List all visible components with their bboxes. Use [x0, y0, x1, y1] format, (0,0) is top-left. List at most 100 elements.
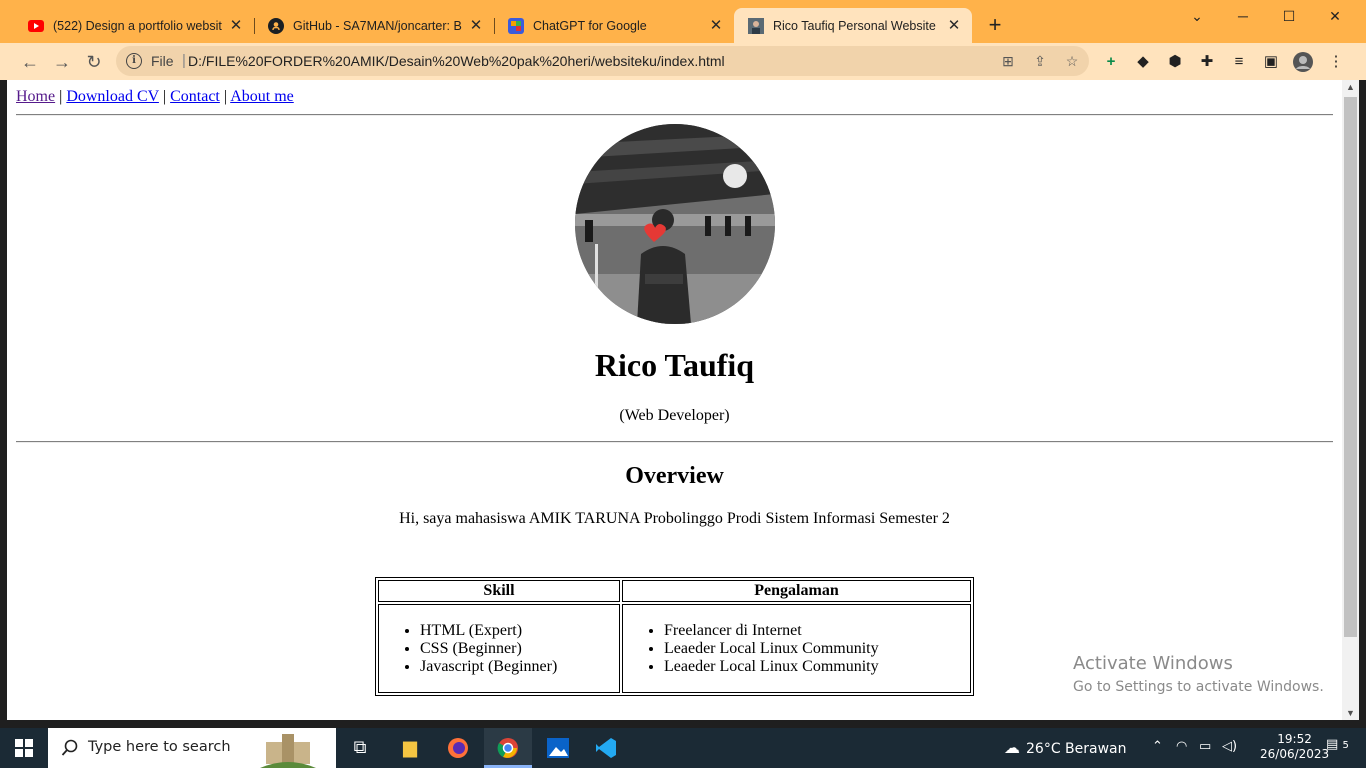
list-item: HTML (Expert)	[420, 622, 618, 640]
scrollbar-thumb[interactable]	[1344, 97, 1357, 637]
taskbar-search-box[interactable]: Type here to search	[48, 728, 336, 768]
side-panel-icon[interactable]: ▣	[1261, 52, 1281, 72]
close-tab-icon[interactable]: ✕	[228, 17, 244, 34]
weather-text: 26°C Berawan	[1026, 741, 1127, 757]
notification-bubble-icon: ▤	[1326, 737, 1339, 752]
watermark-subtitle: Go to Settings to activate Windows.	[1073, 679, 1324, 695]
share-icon[interactable]: ⇪	[1030, 52, 1050, 70]
nav-link-home[interactable]: Home	[16, 88, 55, 105]
page-favicon	[748, 17, 764, 34]
watermark-title: Activate Windows	[1073, 653, 1233, 674]
vertical-scrollbar[interactable]: ▲ ▼	[1342, 80, 1359, 720]
skill-cell: HTML (Expert) CSS (Beginner) Javascript …	[378, 604, 620, 693]
close-tab-icon[interactable]: ✕	[708, 17, 724, 34]
windows-start-icon[interactable]	[0, 728, 48, 768]
volume-icon[interactable]: ◁)	[1222, 739, 1237, 754]
experience-cell: Freelancer di Internet Leaeder Local Lin…	[622, 604, 971, 693]
profile-avatar[interactable]	[1293, 52, 1313, 72]
github-icon	[268, 17, 284, 34]
tab-rico-taufiq[interactable]: Rico Taufiq Personal Website ✕	[734, 8, 972, 43]
profile-name: Rico Taufiq	[594, 347, 755, 383]
extension-hex-icon[interactable]: ⬢	[1165, 52, 1185, 72]
show-hidden-icons-icon[interactable]: ⌃	[1152, 739, 1163, 754]
file-explorer-icon[interactable]: ▆	[386, 728, 434, 768]
extensions-puzzle-icon[interactable]: ✚	[1197, 52, 1217, 72]
photos-icon[interactable]	[534, 728, 582, 768]
activate-windows-watermark: Activate Windows Go to Settings to activ…	[1073, 652, 1324, 698]
tab-title: GitHub - SA7MAN/joncarter: Boo	[293, 18, 462, 33]
site-nav: Home | Download CV | Contact | About me	[16, 88, 294, 106]
skills-table: Skill Pengalaman HTML (Expert) CSS (Begi…	[375, 577, 974, 696]
tab-title: ChatGPT for Google	[533, 18, 647, 33]
close-tab-icon[interactable]: ✕	[468, 17, 484, 34]
nav-separator: |	[162, 88, 167, 105]
forward-button[interactable]: →	[49, 49, 75, 75]
reload-button[interactable]: ↻	[81, 49, 107, 75]
nav-link-about-me[interactable]: About me	[230, 88, 294, 105]
experience-column-header: Pengalaman	[622, 580, 971, 602]
tab-strip: (522) Design a portfolio website ✕ GitHu…	[0, 0, 1366, 43]
address-url[interactable]: D:/FILE%20FORDER%20AMIK/Desain%20Web%20p…	[188, 53, 725, 69]
list-item: Freelancer di Internet	[664, 622, 969, 640]
address-bar[interactable]: i File | D:/FILE%20FORDER%20AMIK/Desain%…	[116, 46, 1089, 76]
info-icon[interactable]: i	[126, 53, 142, 69]
system-clock[interactable]: 19:52 26/06/2023	[1260, 732, 1329, 762]
nav-link-download-cv[interactable]: Download CV	[66, 88, 159, 105]
list-item: Leaeder Local Linux Community	[664, 640, 969, 658]
scroll-down-arrow-icon[interactable]: ▼	[1342, 708, 1359, 718]
notification-center-icon[interactable]: ▤ 5	[1326, 737, 1349, 752]
battery-icon[interactable]: ▭	[1199, 739, 1211, 754]
back-button[interactable]: ←	[17, 49, 43, 75]
address-divider: |	[182, 52, 186, 69]
close-window-button[interactable]: ✕	[1312, 4, 1358, 28]
chatgpt-extension-icon	[508, 17, 524, 34]
task-view-icon[interactable]: ⧉	[336, 728, 384, 768]
profile-role: (Web Developer)	[619, 407, 730, 424]
list-item: Javascript (Beginner)	[420, 658, 618, 676]
page-viewport: Home | Download CV | Contact | About me	[7, 80, 1342, 720]
windows-taskbar: Type here to search ⧉ ▆ ☁ 26°C Berawan ⌃ …	[0, 728, 1366, 768]
nav-link-contact[interactable]: Contact	[170, 88, 220, 105]
browser-toolbar: ← → ↻ i File | D:/FILE%20FORDER%20AMIK/D…	[0, 43, 1366, 80]
search-icon	[61, 739, 78, 756]
scroll-up-arrow-icon[interactable]: ▲	[1342, 82, 1359, 92]
tab-chatgpt[interactable]: ChatGPT for Google ✕	[494, 8, 734, 43]
firefox-icon[interactable]	[434, 728, 482, 768]
chrome-taskbar-icon[interactable]	[484, 728, 532, 768]
tab-title: Rico Taufiq Personal Website	[773, 18, 936, 33]
weather-widget[interactable]: ☁ 26°C Berawan	[1004, 738, 1127, 757]
skill-column-header: Skill	[378, 580, 620, 602]
bookmark-star-icon[interactable]: ☆	[1062, 52, 1082, 70]
extension-mask-icon[interactable]: ◆	[1133, 52, 1153, 72]
overview-heading: Overview	[625, 463, 724, 489]
skill-list: HTML (Expert) CSS (Beginner) Javascript …	[380, 622, 618, 676]
tab-github[interactable]: GitHub - SA7MAN/joncarter: Boo ✕	[254, 8, 495, 43]
new-tab-button[interactable]: +	[984, 14, 1006, 37]
clock-date: 26/06/2023	[1260, 747, 1330, 761]
translate-icon[interactable]: ⊞	[998, 52, 1018, 70]
youtube-icon	[28, 18, 44, 34]
minimize-button[interactable]: ─	[1220, 4, 1266, 28]
media-queue-icon[interactable]: ≡	[1229, 52, 1249, 72]
profile-photo	[575, 124, 775, 324]
experience-list: Freelancer di Internet Leaeder Local Lin…	[624, 622, 969, 676]
network-icon[interactable]: ◠	[1176, 739, 1187, 754]
window-edge	[1359, 80, 1366, 720]
tab-youtube[interactable]: (522) Design a portfolio website ✕	[14, 8, 255, 43]
weather-cloud-icon: ☁	[1004, 738, 1020, 757]
table-header-row: Skill Pengalaman	[378, 580, 971, 602]
clock-time: 19:52	[1277, 732, 1312, 746]
overview-text: Hi, saya mahasiswa AMIK TARUNA Proboling…	[399, 510, 950, 527]
tab-title: (522) Design a portfolio website	[53, 18, 222, 33]
close-tab-icon[interactable]: ✕	[946, 17, 962, 34]
nav-separator: |	[223, 88, 228, 105]
tab-search-icon[interactable]: ⌄	[1174, 4, 1220, 28]
vscode-icon[interactable]	[582, 728, 630, 768]
chrome-menu-icon[interactable]: ⋮	[1326, 52, 1346, 72]
taskbar-search-placeholder: Type here to search	[88, 739, 231, 755]
notification-count: 5	[1342, 740, 1349, 751]
horizontal-rule	[16, 441, 1333, 443]
maximize-button[interactable]: ☐	[1266, 4, 1312, 28]
search-highlight-image	[260, 734, 316, 768]
extension-plus-icon[interactable]: +	[1101, 52, 1121, 72]
